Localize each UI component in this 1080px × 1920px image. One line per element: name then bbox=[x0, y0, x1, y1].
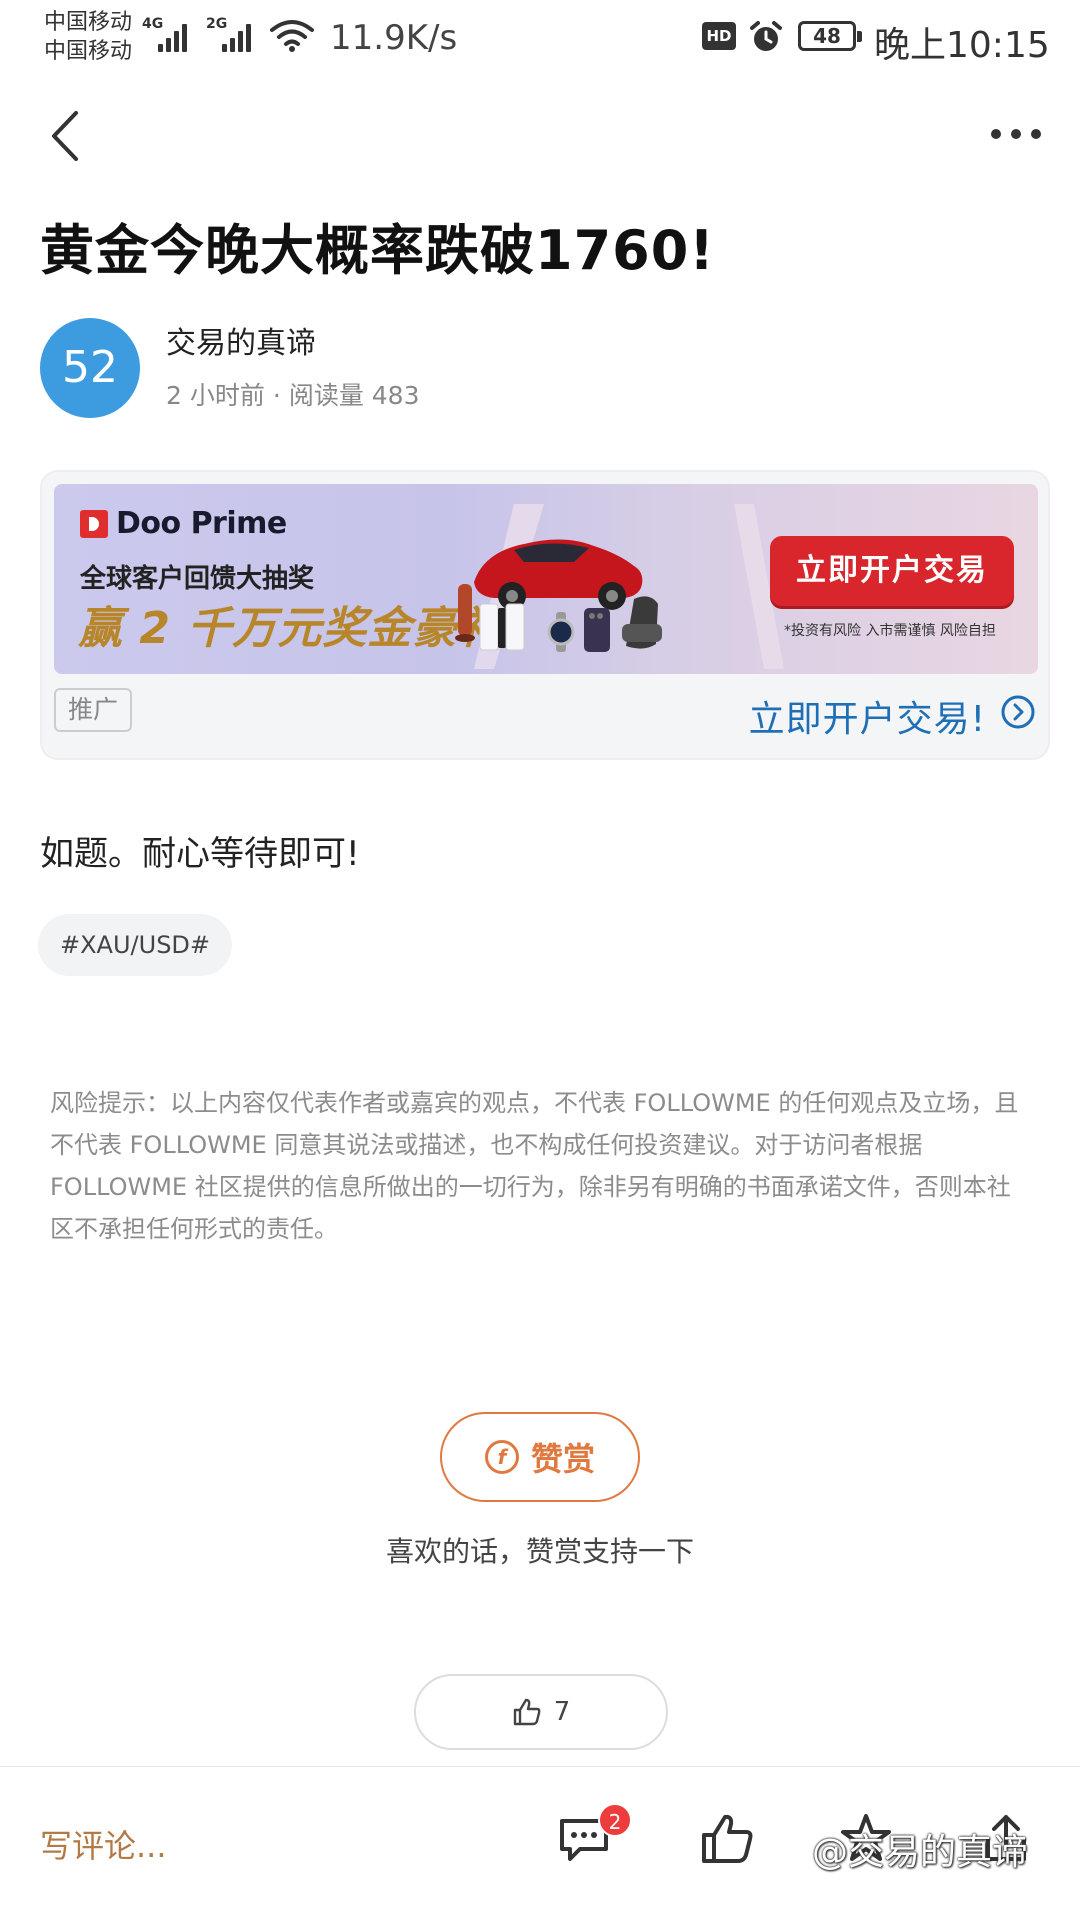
chevron-right-circle-icon[interactable] bbox=[1000, 694, 1036, 730]
alarm-icon bbox=[750, 21, 782, 51]
topic-tag[interactable]: #XAU/USD# bbox=[38, 914, 233, 976]
thumbs-up-icon bbox=[513, 1698, 541, 1726]
star-icon[interactable] bbox=[838, 1811, 894, 1867]
author-name[interactable]: 交易的真谛 bbox=[166, 318, 316, 362]
ad-prize-text: 赢 2 千万元奖金豪礼 bbox=[78, 603, 503, 654]
meta-separator: · bbox=[272, 381, 281, 410]
comment-count-badge: 2 bbox=[598, 1803, 632, 1837]
comment-input[interactable]: 写评论... bbox=[40, 1821, 167, 1867]
article-title: 黄金今晚大概率跌破1760! bbox=[40, 219, 715, 282]
ad-open-account-button[interactable]: 立即开户交易 bbox=[770, 536, 1014, 606]
tip-button[interactable]: f 赞赏 bbox=[440, 1412, 640, 1502]
thumbs-up-icon[interactable] bbox=[700, 1811, 756, 1867]
post-time: 2 小时前 bbox=[166, 381, 265, 410]
ad-headline: 全球客户回馈大抽奖 bbox=[80, 564, 315, 594]
doo-prime-logo-icon bbox=[80, 509, 108, 538]
more-dots-icon bbox=[991, 129, 1001, 139]
risk-disclaimer: 风险提示：以上内容仅代表作者或嘉宾的观点，不代表 FOLLOWME 的任何观点及… bbox=[50, 1089, 1019, 1243]
author-avatar[interactable]: 52 bbox=[40, 318, 140, 418]
ad-risk-note: *投资有风险 入市需谨慎 风险自担 bbox=[784, 623, 996, 639]
coin-icon: f bbox=[484, 1440, 519, 1474]
network-speed: 11.9K/s bbox=[330, 18, 458, 58]
tip-caption: 喜欢的话，赞赏支持一下 bbox=[385, 1535, 694, 1568]
battery-icon: 48 bbox=[798, 21, 862, 51]
like-count: 7 bbox=[553, 1697, 571, 1727]
like-button[interactable]: 7 bbox=[414, 1674, 668, 1750]
status-bar: 中国移动 中国移动 4G 2G 11.9K/s HD 48 晚上10:15 bbox=[0, 0, 1080, 80]
ad-brand-name: Doo Prime bbox=[116, 506, 287, 541]
bottom-action-bar: 写评论... 2 @交易的真谛 bbox=[0, 1766, 1080, 1920]
clock: 晚上10:15 bbox=[874, 25, 1050, 66]
tip-button-label: 赞赏 bbox=[530, 1440, 595, 1478]
share-icon[interactable] bbox=[978, 1811, 1034, 1867]
carrier-names: 中国移动 中国移动 bbox=[44, 8, 132, 66]
carrier-2: 中国移动 bbox=[44, 39, 133, 64]
ad-brand-logo: Doo Prime bbox=[80, 506, 287, 541]
ad-prizes-image bbox=[455, 504, 784, 669]
article-body: 如题。耐心等待即可! bbox=[40, 834, 360, 874]
hd-icon: HD bbox=[702, 22, 736, 50]
chevron-left-icon bbox=[52, 111, 78, 161]
read-count: 阅读量 483 bbox=[288, 381, 420, 410]
back-button[interactable] bbox=[40, 104, 90, 168]
promotion-card[interactable]: Doo Prime 全球客户回馈大抽奖 赢 2 千万元奖金豪礼 立即开户交易 *… bbox=[40, 470, 1050, 760]
promotion-tag: 推广 bbox=[54, 688, 132, 732]
more-options-button[interactable] bbox=[986, 114, 1046, 154]
article-meta: 2 小时前 · 阅读量 483 bbox=[166, 376, 419, 412]
wifi-icon bbox=[270, 20, 314, 52]
carrier-1: 中国移动 bbox=[44, 10, 133, 35]
ad-action-link[interactable]: 立即开户交易! bbox=[749, 690, 986, 742]
ad-banner[interactable]: Doo Prime 全球客户回馈大抽奖 赢 2 千万元奖金豪礼 立即开户交易 *… bbox=[54, 484, 1038, 674]
